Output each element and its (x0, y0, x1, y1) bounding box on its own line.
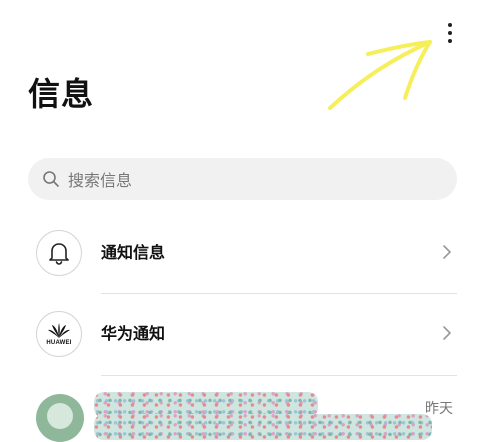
search-input[interactable]: 搜索信息 (28, 158, 457, 200)
chevron-right-icon (443, 245, 451, 259)
bell-icon (49, 243, 69, 265)
avatar: HUAWEI (36, 311, 82, 357)
page-title: 信息 (28, 75, 95, 113)
conversation-huawei-notifications[interactable]: HUAWEI 华为通知 (0, 293, 484, 375)
search-icon (43, 171, 59, 187)
more-vertical-icon (448, 23, 452, 27)
conversation-title: 华为通知 (101, 324, 166, 343)
conversation-title: 通知信息 (101, 243, 166, 262)
huawei-logo-text: HUAWEI (46, 339, 72, 346)
search-placeholder: 搜索信息 (68, 171, 133, 190)
divider (101, 375, 457, 376)
contact-avatar (36, 394, 84, 442)
message-time: 昨天 (425, 401, 453, 417)
avatar (36, 230, 82, 276)
conversation-notification-messages[interactable]: 通知信息 (0, 212, 484, 294)
more-options-button[interactable] (438, 18, 462, 48)
huawei-logo-icon (48, 322, 70, 338)
redacted-message-preview (94, 414, 432, 440)
chevron-right-icon (443, 326, 451, 340)
